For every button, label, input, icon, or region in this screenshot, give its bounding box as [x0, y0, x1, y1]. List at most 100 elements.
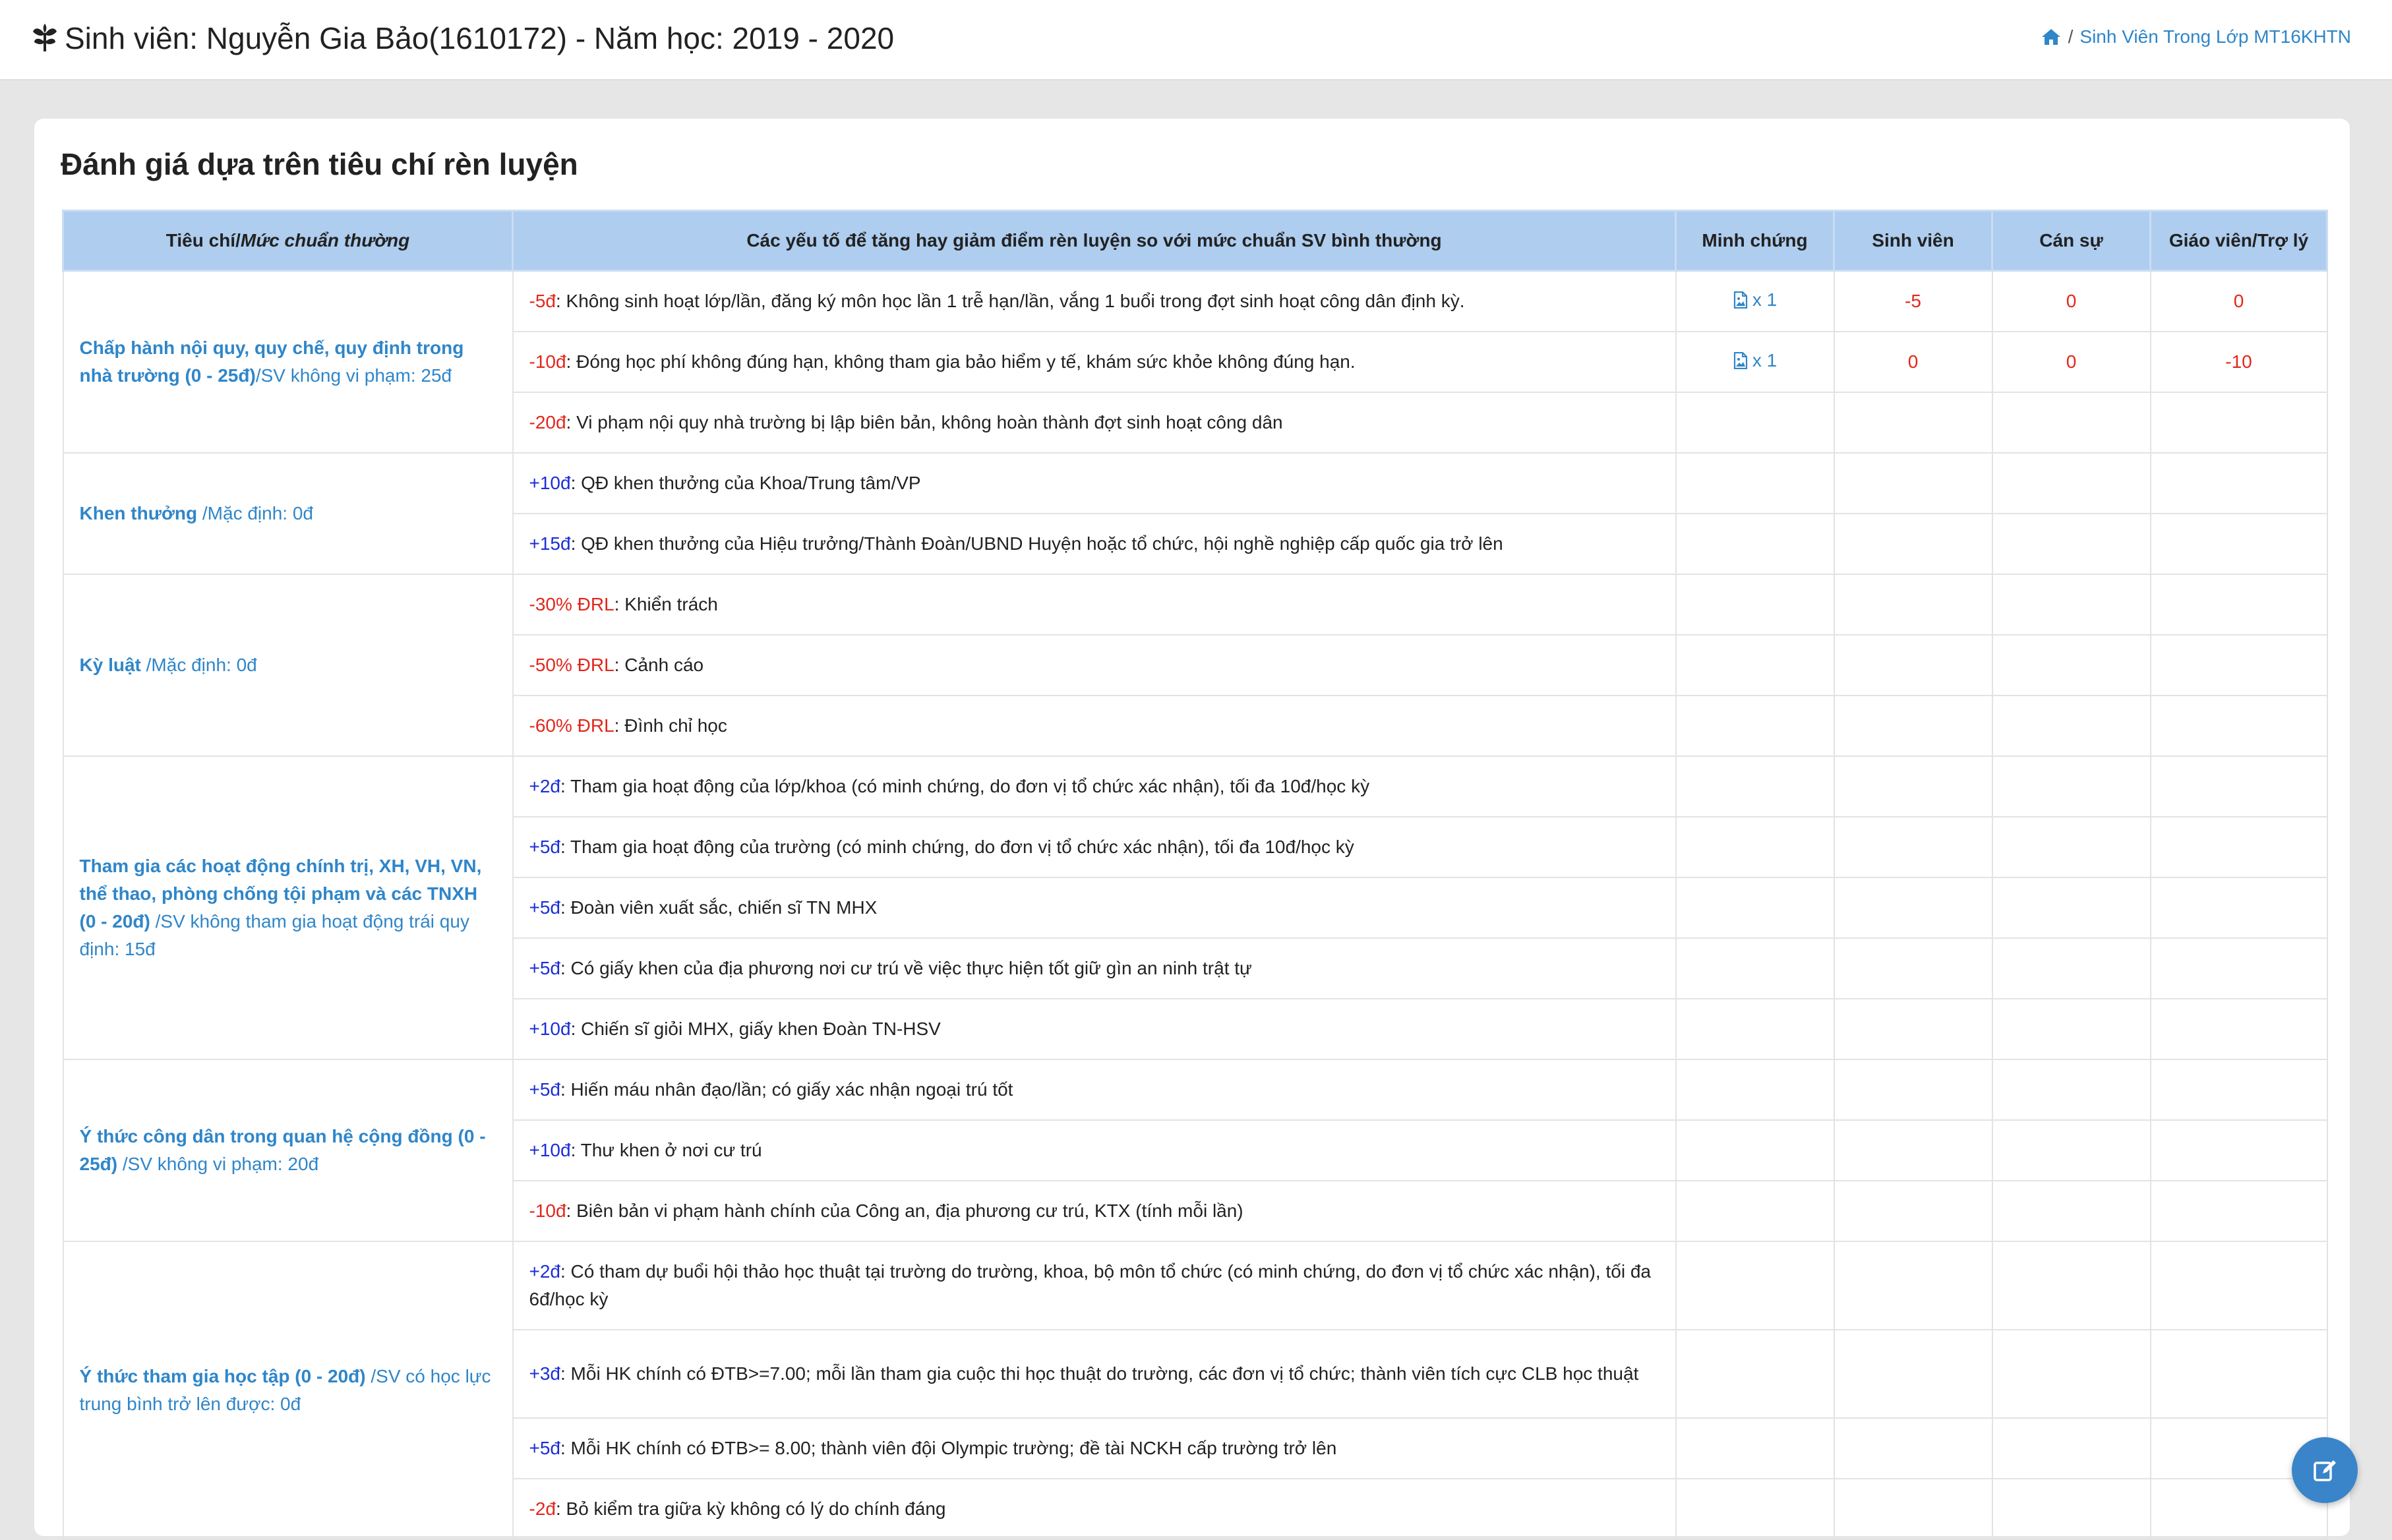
factor-text: : QĐ khen thưởng của Khoa/Trung tâm/VP: [570, 472, 921, 493]
points-value: -5đ: [529, 290, 556, 311]
evidence-cell: [1675, 1328, 1835, 1419]
criteria-cell: Ý thức tham gia học tập (0 - 20đ) /SV có…: [62, 1240, 514, 1540]
officer-score-cell: [1991, 391, 2151, 454]
evidence-link[interactable]: x 1: [1733, 350, 1777, 371]
table-row: Chấp hành nội quy, quy chế, quy định tro…: [62, 270, 2328, 454]
student-score-cell: [1833, 1417, 1993, 1479]
student-score-cell: 0: [1833, 330, 1993, 393]
table-row: Khen thưởng /Mặc định: 0đ +10đ: QĐ khen t…: [62, 452, 2328, 575]
teacher-score-cell: -10: [2149, 330, 2328, 393]
evidence-cell: [1675, 876, 1835, 939]
col-evidence[interactable]: Minh chứng: [1675, 210, 1835, 272]
factor-text: : Hiến máu nhân đạo/lần; có giấy xác nhậ…: [560, 1079, 1013, 1100]
table-header-row: Tiêu chí/Mức chuẩn thường Các yếu tố để …: [62, 210, 2328, 272]
breadcrumb-class-link[interactable]: Sinh Viên Trong Lớp MT16KHTN: [2079, 26, 2351, 47]
factor-text: : Vi phạm nội quy nhà trường bị lập biên…: [566, 411, 1283, 432]
evidence-cell: [1675, 997, 1835, 1060]
factor-text: : Chiến sĩ giỏi MHX, giấy khen Đoàn TN-H…: [570, 1018, 941, 1039]
evidence-link[interactable]: x 1: [1733, 289, 1777, 311]
evidence-cell[interactable]: x 1: [1675, 330, 1835, 393]
factor-text: : Mỗi HK chính có ĐTB>= 8.00; thành viên…: [560, 1437, 1337, 1458]
factor-cell: +5đ: Đoàn viên xuất sắc, chiến sĩ TN MHX: [512, 876, 1677, 939]
teacher-score-cell: [2149, 391, 2328, 454]
evidence-cell: [1675, 815, 1835, 878]
home-icon[interactable]: [2041, 28, 2062, 46]
officer-score-cell: 0: [1991, 270, 2151, 332]
student-score-cell: [1833, 1328, 1993, 1419]
officer-score-cell: [1991, 755, 2151, 817]
factor-text: : Có giấy khen của địa phương nơi cư trú…: [560, 957, 1252, 978]
col-teacher[interactable]: Giáo viên/Trợ lý: [2149, 210, 2328, 272]
col-criteria[interactable]: Tiêu chí/Mức chuẩn thường: [62, 210, 514, 272]
teacher-score-cell: [2149, 1328, 2328, 1419]
criteria-standard: /Mặc định: 0đ: [197, 502, 313, 523]
col-student[interactable]: Sinh viên: [1833, 210, 1993, 272]
factor-cell: -20đ: Vi phạm nội quy nhà trường bị lập …: [512, 391, 1677, 454]
factor-text: : QĐ khen thưởng của Hiệu trưởng/Thành Đ…: [570, 533, 1503, 554]
factor-cell: +10đ: Thư khen ở nơi cư trú: [512, 1119, 1677, 1181]
points-value: +2đ: [529, 1260, 561, 1282]
evidence-count: x 1: [1752, 349, 1778, 370]
factor-cell: -2đ: Bỏ kiểm tra giữa kỳ không có lý do …: [512, 1477, 1677, 1540]
teacher-score-cell: [2149, 694, 2328, 757]
teacher-score-cell: [2149, 573, 2328, 636]
evaluation-table: Tiêu chí/Mức chuẩn thường Các yếu tố để …: [62, 210, 2328, 1540]
teacher-score-cell: [2149, 1240, 2328, 1330]
criteria-title: Kỳ luật: [79, 654, 141, 675]
factor-cell: +3đ: Mỗi HK chính có ĐTB>=7.00; mỗi lần …: [512, 1328, 1677, 1419]
points-value: -2đ: [529, 1498, 556, 1519]
card-title: Đánh giá dựa trên tiêu chí rèn luyện: [61, 147, 578, 181]
officer-score-cell: [1991, 1477, 2151, 1540]
page-title-text: Sinh viên: Nguyễn Gia Bảo(1610172) - Năm…: [65, 21, 895, 55]
points-value: +5đ: [529, 957, 561, 978]
student-score-cell: [1833, 1179, 1993, 1242]
factor-text: : Thư khen ở nơi cư trú: [570, 1139, 762, 1160]
edit-icon: [2314, 1460, 2336, 1481]
officer-score-cell: [1991, 1179, 2151, 1242]
student-score-cell: [1833, 937, 1993, 999]
points-value: -60% ĐRL: [529, 715, 614, 736]
factor-cell: -30% ĐRL: Khiển trách: [512, 573, 1677, 636]
col-factors[interactable]: Các yếu tố để tăng hay giảm điểm rèn luy…: [512, 210, 1677, 272]
student-score-cell: [1833, 815, 1993, 878]
student-score-cell: [1833, 876, 1993, 939]
evidence-cell: [1675, 452, 1835, 514]
criteria-title: Ý thức tham gia học tập (0 - 20đ): [79, 1365, 366, 1386]
breadcrumb-separator: /: [2068, 26, 2074, 47]
officer-score-cell: [1991, 512, 2151, 575]
points-value: +5đ: [529, 836, 561, 857]
points-value: +5đ: [529, 897, 561, 918]
teacher-score-cell: [2149, 634, 2328, 696]
top-bar: Sinh viên: Nguyễn Gia Bảo(1610172) - Năm…: [0, 0, 2392, 80]
edit-fab-button[interactable]: [2292, 1437, 2358, 1503]
evidence-cell: [1675, 1058, 1835, 1121]
points-value: +3đ: [529, 1363, 561, 1384]
factor-cell: +15đ: QĐ khen thưởng của Hiệu trưởng/Thà…: [512, 512, 1677, 575]
criteria-cell: Ý thức công dân trong quan hệ cộng đồng …: [62, 1058, 514, 1242]
factor-cell: +10đ: QĐ khen thưởng của Khoa/Trung tâm/…: [512, 452, 1677, 514]
officer-score-cell: [1991, 1240, 2151, 1330]
evidence-cell: [1675, 634, 1835, 696]
student-score-cell: [1833, 634, 1993, 696]
officer-score-cell: [1991, 573, 2151, 636]
points-value: +5đ: [529, 1079, 561, 1100]
factor-text: : Khiển trách: [614, 593, 718, 614]
officer-score-cell: [1991, 1119, 2151, 1181]
evidence-cell[interactable]: x 1: [1675, 270, 1835, 332]
points-value: +10đ: [529, 1139, 571, 1160]
criteria-standard: /SV không vi phạm: 20đ: [117, 1153, 319, 1174]
factor-text: : Không sinh hoạt lớp/lần, đăng ký môn h…: [555, 290, 1465, 311]
image-file-icon: [1733, 351, 1747, 369]
table-row: Ý thức tham gia học tập (0 - 20đ) /SV có…: [62, 1240, 2328, 1540]
points-value: +10đ: [529, 1018, 571, 1039]
evidence-cell: [1675, 512, 1835, 575]
officer-score-cell: 0: [1991, 330, 2151, 393]
teacher-score-cell: [2149, 1179, 2328, 1242]
page-title: Sinh viên: Nguyễn Gia Bảo(1610172) - Năm…: [32, 18, 894, 58]
officer-score-cell: [1991, 815, 2151, 878]
teacher-score-cell: [2149, 876, 2328, 939]
col-officer[interactable]: Cán sự: [1991, 210, 2151, 272]
student-score-cell: [1833, 391, 1993, 454]
teacher-score-cell: 0: [2149, 270, 2328, 332]
evidence-cell: [1675, 1477, 1835, 1540]
